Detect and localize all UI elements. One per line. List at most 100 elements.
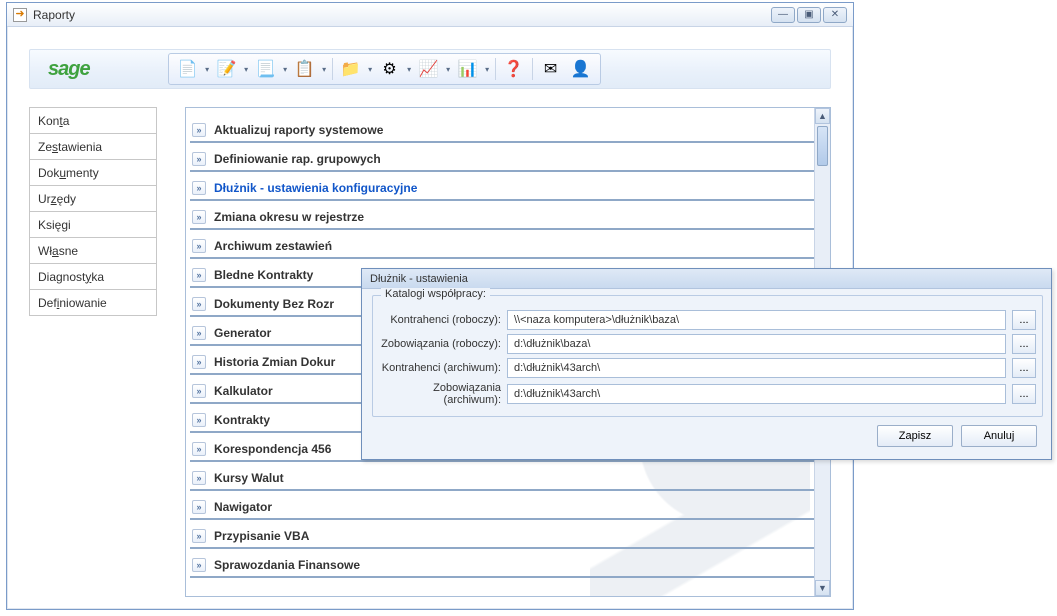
expand-icon[interactable]: » — [192, 268, 206, 282]
help-icon[interactable]: ❓ — [499, 56, 529, 82]
sidebar-item-6[interactable]: Diagnostyka — [29, 263, 157, 290]
report-row[interactable]: » Kursy Walut — [190, 466, 814, 491]
report-label: Aktualizuj raporty systemowe — [214, 123, 383, 137]
user-icon[interactable]: 👤 — [566, 56, 596, 82]
dropdown-icon[interactable]: ▾ — [320, 65, 329, 74]
field-label: Zobowiązania (roboczy): — [379, 338, 501, 350]
dialog-title: Dłużnik - ustawienia — [362, 269, 1051, 289]
expand-icon[interactable]: » — [192, 384, 206, 398]
report-label: Kalkulator — [214, 384, 273, 398]
toolbar: sage 📄▾📝▾📃▾📋▾📁▾⚙▾📈▾📊▾❓✉👤 — [29, 49, 831, 89]
field-label: Zobowiązania (archiwum): — [379, 382, 501, 406]
expand-icon[interactable]: » — [192, 326, 206, 340]
titlebar: ➜ Raporty — ▣ ✕ — [7, 3, 853, 27]
report-row[interactable]: » Sprawozdania Finansowe — [190, 553, 814, 578]
expand-icon[interactable]: » — [192, 297, 206, 311]
expand-icon[interactable]: » — [192, 210, 206, 224]
settings-doc-icon[interactable]: 📝 — [212, 56, 242, 82]
sidebar-item-4[interactable]: Księgi — [29, 211, 157, 238]
pit-icon[interactable]: 📊 — [453, 56, 483, 82]
report-label: Korespondencja 456 — [214, 442, 331, 456]
browse-button[interactable]: ... — [1012, 358, 1036, 378]
expand-icon[interactable]: » — [192, 181, 206, 195]
dropdown-icon[interactable]: ▾ — [483, 65, 492, 74]
folder-icon[interactable]: 📁 — [336, 56, 366, 82]
browse-button[interactable]: ... — [1012, 384, 1036, 404]
report-label: Historia Zmian Dokur — [214, 355, 335, 369]
expand-icon[interactable]: » — [192, 442, 206, 456]
report-label: Dokumenty Bez Rozr — [214, 297, 334, 311]
dropdown-icon[interactable]: ▾ — [366, 65, 375, 74]
report-label: Sprawozdania Finansowe — [214, 558, 360, 572]
vat-icon[interactable]: 📃 — [251, 56, 281, 82]
save-button[interactable]: Zapisz — [877, 425, 953, 447]
gears-icon[interactable]: ⚙ — [375, 56, 405, 82]
report-row[interactable]: » Zmiana okresu w rejestrze — [190, 205, 814, 230]
report-row[interactable]: » Aktualizuj raporty systemowe — [190, 118, 814, 143]
path-input-1[interactable] — [507, 334, 1006, 354]
scroll-down-button[interactable]: ▼ — [815, 580, 830, 596]
path-input-2[interactable] — [507, 358, 1006, 378]
field-label: Kontrahenci (archiwum): — [379, 362, 501, 374]
field-row: Kontrahenci (archiwum):... — [379, 358, 1036, 378]
report-row[interactable]: » Dłużnik - ustawienia konfiguracyjne — [190, 176, 814, 201]
scroll-up-button[interactable]: ▲ — [815, 108, 830, 124]
catalog-group: Katalogi współpracy: Kontrahenci (robocz… — [372, 295, 1043, 417]
window-title: Raporty — [33, 8, 75, 22]
expand-icon[interactable]: » — [192, 471, 206, 485]
maximize-button[interactable]: ▣ — [797, 7, 821, 23]
sidebar: KontaZestawieniaDokumentyUrzędyKsięgiWła… — [29, 107, 157, 597]
expand-icon[interactable]: » — [192, 529, 206, 543]
dropdown-icon[interactable]: ▾ — [444, 65, 453, 74]
dropdown-icon[interactable]: ▾ — [281, 65, 290, 74]
browse-button[interactable]: ... — [1012, 310, 1036, 330]
settings-dialog: Dłużnik - ustawienia Katalogi współpracy… — [361, 268, 1052, 460]
report-label: Bledne Kontrakty — [214, 268, 313, 282]
scroll-thumb[interactable] — [817, 126, 828, 166]
cancel-button[interactable]: Anuluj — [961, 425, 1037, 447]
expand-icon[interactable]: » — [192, 500, 206, 514]
close-button[interactable]: ✕ — [823, 7, 847, 23]
report-row[interactable]: »Nawigator — [190, 495, 814, 520]
field-label: Kontrahenci (roboczy): — [379, 314, 501, 326]
chart-icon[interactable]: 📈 — [414, 56, 444, 82]
browse-button[interactable]: ... — [1012, 334, 1036, 354]
report-label: Dłużnik - ustawienia konfiguracyjne — [214, 181, 417, 195]
dropdown-icon[interactable]: ▾ — [242, 65, 251, 74]
expand-icon[interactable]: » — [192, 355, 206, 369]
minimize-button[interactable]: — — [771, 7, 795, 23]
sidebar-item-7[interactable]: Definiowanie — [29, 289, 157, 316]
report-label: Przypisanie VBA — [214, 529, 309, 543]
report-label: Generator — [214, 326, 271, 340]
sage-logo: sage — [30, 58, 108, 81]
doc-icon[interactable]: 📄 — [173, 56, 203, 82]
mail-icon[interactable]: ✉ — [536, 56, 566, 82]
dropdown-icon[interactable]: ▾ — [203, 65, 212, 74]
report-row[interactable]: » Archiwum zestawień — [190, 234, 814, 259]
expand-icon[interactable]: » — [192, 152, 206, 166]
sidebar-item-0[interactable]: Konta — [29, 107, 157, 134]
app-icon: ➜ — [13, 8, 27, 22]
toolbar-buttons: 📄▾📝▾📃▾📋▾📁▾⚙▾📈▾📊▾❓✉👤 — [168, 53, 601, 85]
sidebar-item-5[interactable]: Własne — [29, 237, 157, 264]
doc-alert-icon[interactable]: 📋 — [290, 56, 320, 82]
expand-icon[interactable]: » — [192, 123, 206, 137]
path-input-3[interactable] — [507, 384, 1006, 404]
field-row: Zobowiązania (roboczy):... — [379, 334, 1036, 354]
expand-icon[interactable]: » — [192, 413, 206, 427]
expand-icon[interactable]: » — [192, 558, 206, 572]
field-row: Zobowiązania (archiwum):... — [379, 382, 1036, 406]
report-label: Zmiana okresu w rejestrze — [214, 210, 364, 224]
report-label: Kursy Walut — [214, 471, 284, 485]
field-row: Kontrahenci (roboczy):... — [379, 310, 1036, 330]
report-row[interactable]: » Przypisanie VBA — [190, 524, 814, 549]
sidebar-item-1[interactable]: Zestawienia — [29, 133, 157, 160]
path-input-0[interactable] — [507, 310, 1006, 330]
sidebar-item-2[interactable]: Dokumenty — [29, 159, 157, 186]
report-label: Definiowanie rap. grupowych — [214, 152, 381, 166]
dropdown-icon[interactable]: ▾ — [405, 65, 414, 74]
expand-icon[interactable]: » — [192, 239, 206, 253]
report-label: Archiwum zestawień — [214, 239, 332, 253]
report-row[interactable]: » Definiowanie rap. grupowych — [190, 147, 814, 172]
sidebar-item-3[interactable]: Urzędy — [29, 185, 157, 212]
